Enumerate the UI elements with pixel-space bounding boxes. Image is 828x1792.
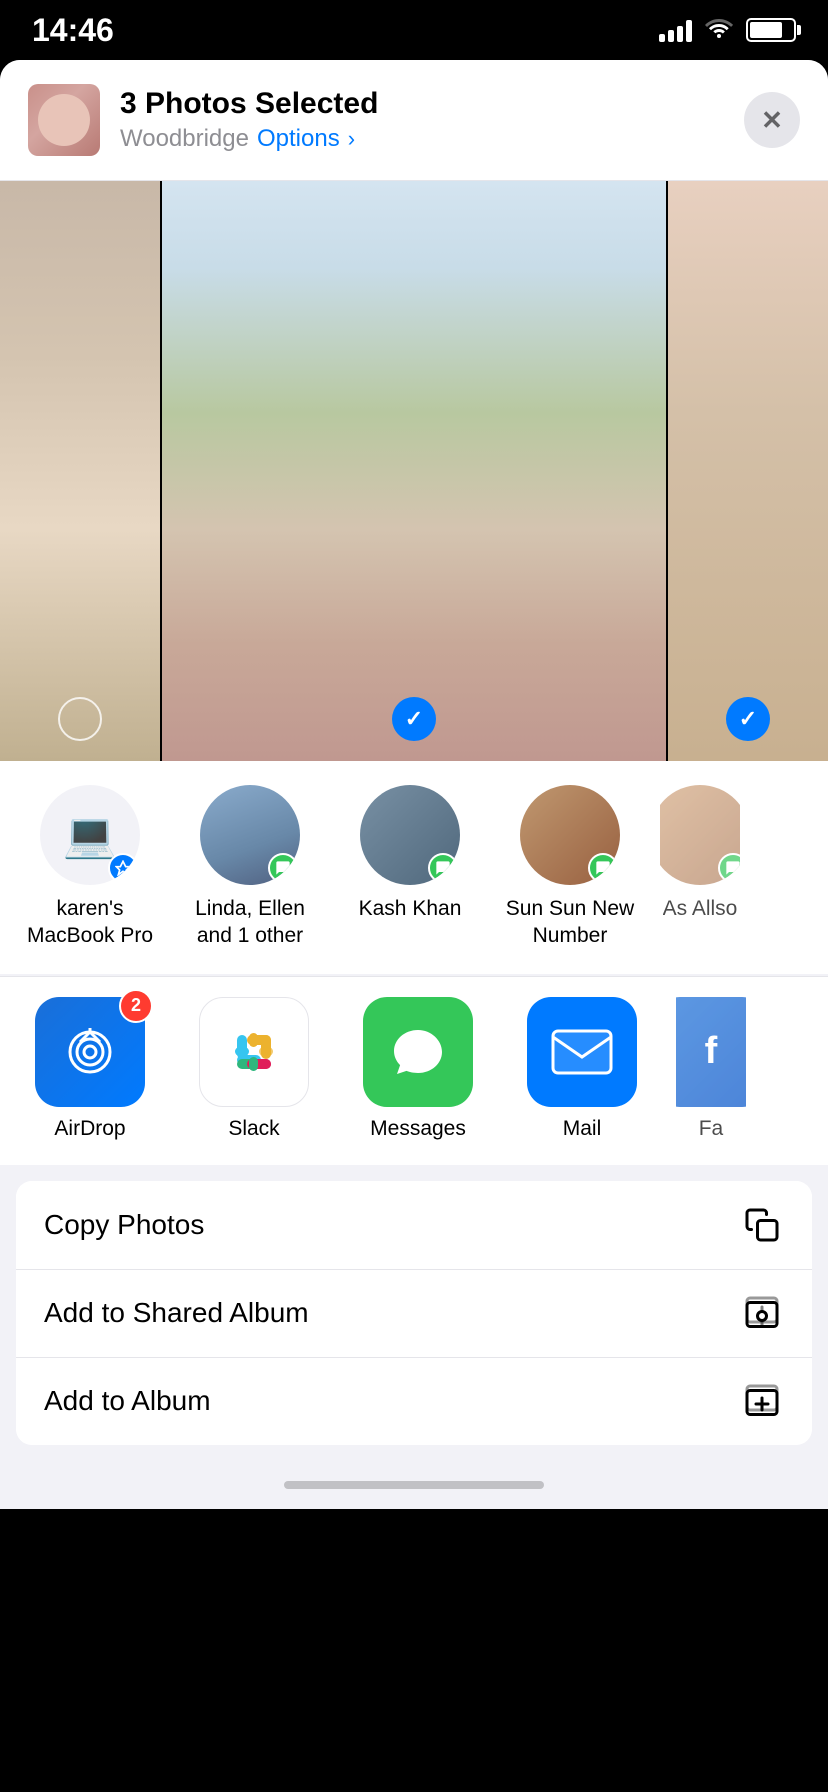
messages-badge-kash — [428, 853, 458, 883]
share-sheet: 3 Photos Selected Woodbridge Options › ✕… — [0, 60, 828, 1509]
selection-indicator-2[interactable]: ✓ — [392, 697, 436, 741]
messages-badge-sunsun — [588, 853, 618, 883]
selection-indicator-1[interactable] — [58, 697, 102, 741]
app-icon-wrap-slack — [199, 997, 309, 1107]
airdrop-label: AirDrop — [54, 1117, 125, 1141]
actions-list: Copy Photos Add to Shared Album — [16, 1181, 812, 1445]
selection-indicator-3[interactable]: ✓ — [726, 697, 770, 741]
person-name-allso: As Allso — [663, 895, 738, 922]
app-slack[interactable]: Slack — [184, 997, 324, 1141]
partial-label: Fa — [699, 1117, 724, 1141]
app-messages[interactable]: Messages — [348, 997, 488, 1141]
person-name-sunsun: Sun Sun New Number — [500, 895, 640, 950]
status-time: 14:46 — [32, 12, 114, 49]
person-name-linda: Linda, Ellen and 1 other — [180, 895, 320, 950]
header-info: 3 Photos Selected Woodbridge Options › — [120, 87, 724, 153]
app-partial[interactable]: f Fa — [676, 997, 746, 1141]
mail-label: Mail — [563, 1117, 602, 1141]
app-icon-wrap-mail — [527, 997, 637, 1107]
partial-app-letter: f — [705, 1030, 718, 1073]
slack-app-icon — [199, 997, 309, 1107]
header-title: 3 Photos Selected — [120, 87, 724, 121]
sheet-header: 3 Photos Selected Woodbridge Options › ✕ — [0, 60, 828, 181]
app-icon-wrap-partial: f — [676, 997, 746, 1107]
battery-icon — [746, 18, 796, 42]
add-shared-album-action[interactable]: Add to Shared Album — [16, 1269, 812, 1357]
app-icon-wrap-messages — [363, 997, 473, 1107]
photo-left[interactable] — [0, 181, 160, 761]
people-row: 💻 karen's MacBook Pro Linda — [0, 761, 828, 974]
person-avatar-macbook: 💻 — [40, 785, 140, 885]
copy-photos-label: Copy Photos — [44, 1209, 204, 1241]
person-sunsun[interactable]: Sun Sun New Number — [500, 785, 640, 950]
messages-app-icon — [363, 997, 473, 1107]
messages-badge-linda — [268, 853, 298, 883]
options-link[interactable]: Options — [257, 125, 340, 153]
status-bar: 14:46 — [0, 0, 828, 60]
add-album-label: Add to Album — [44, 1385, 211, 1417]
person-name-kash: Kash Khan — [359, 895, 462, 922]
add-album-action[interactable]: Add to Album — [16, 1357, 812, 1445]
person-airdrop-macbook[interactable]: 💻 karen's MacBook Pro — [20, 785, 160, 950]
close-icon: ✕ — [761, 105, 783, 136]
airdrop-badge — [108, 853, 138, 883]
apps-row: 2 AirDrop — [0, 976, 828, 1165]
checkmark-icon: ✓ — [405, 706, 423, 732]
messages-badge-allso — [718, 853, 740, 883]
slack-label: Slack — [228, 1117, 279, 1141]
photo-center[interactable]: ✓ — [162, 181, 666, 761]
copy-icon — [740, 1203, 784, 1247]
add-album-icon — [740, 1379, 784, 1423]
photo-strip: ✓ ✓ — [0, 181, 828, 761]
wifi-icon — [704, 16, 734, 45]
app-icon-wrap-airdrop: 2 — [35, 997, 145, 1107]
person-avatar-kash — [360, 785, 460, 885]
person-avatar-sunsun — [520, 785, 620, 885]
app-airdrop[interactable]: 2 AirDrop — [20, 997, 160, 1141]
header-subtitle: Woodbridge Options › — [120, 125, 724, 153]
copy-photos-action[interactable]: Copy Photos — [16, 1181, 812, 1269]
partial-app-icon: f — [676, 997, 746, 1107]
shared-album-icon — [740, 1291, 784, 1335]
add-shared-album-label: Add to Shared Album — [44, 1297, 309, 1329]
person-linda-ellen[interactable]: Linda, Ellen and 1 other — [180, 785, 320, 950]
person-avatar-allso — [660, 785, 740, 885]
person-allso[interactable]: As Allso — [660, 785, 740, 950]
person-kash[interactable]: Kash Khan — [340, 785, 480, 950]
app-mail[interactable]: Mail — [512, 997, 652, 1141]
chevron-right-icon: › — [348, 126, 355, 152]
signal-icon — [659, 18, 692, 42]
laptop-icon: 💻 — [63, 809, 118, 861]
messages-label: Messages — [370, 1117, 466, 1141]
status-icons — [659, 16, 796, 45]
home-indicator — [284, 1481, 544, 1489]
airdrop-badge-count: 2 — [119, 989, 153, 1023]
person-avatar-linda — [200, 785, 300, 885]
person-name-macbook: karen's MacBook Pro — [20, 895, 160, 950]
album-name: Woodbridge — [120, 125, 249, 153]
mail-app-icon — [527, 997, 637, 1107]
header-avatar — [28, 84, 100, 156]
checkmark-icon: ✓ — [739, 706, 757, 732]
bottom-area — [0, 1461, 828, 1509]
close-button[interactable]: ✕ — [744, 92, 800, 148]
photo-right[interactable]: ✓ — [668, 181, 828, 761]
